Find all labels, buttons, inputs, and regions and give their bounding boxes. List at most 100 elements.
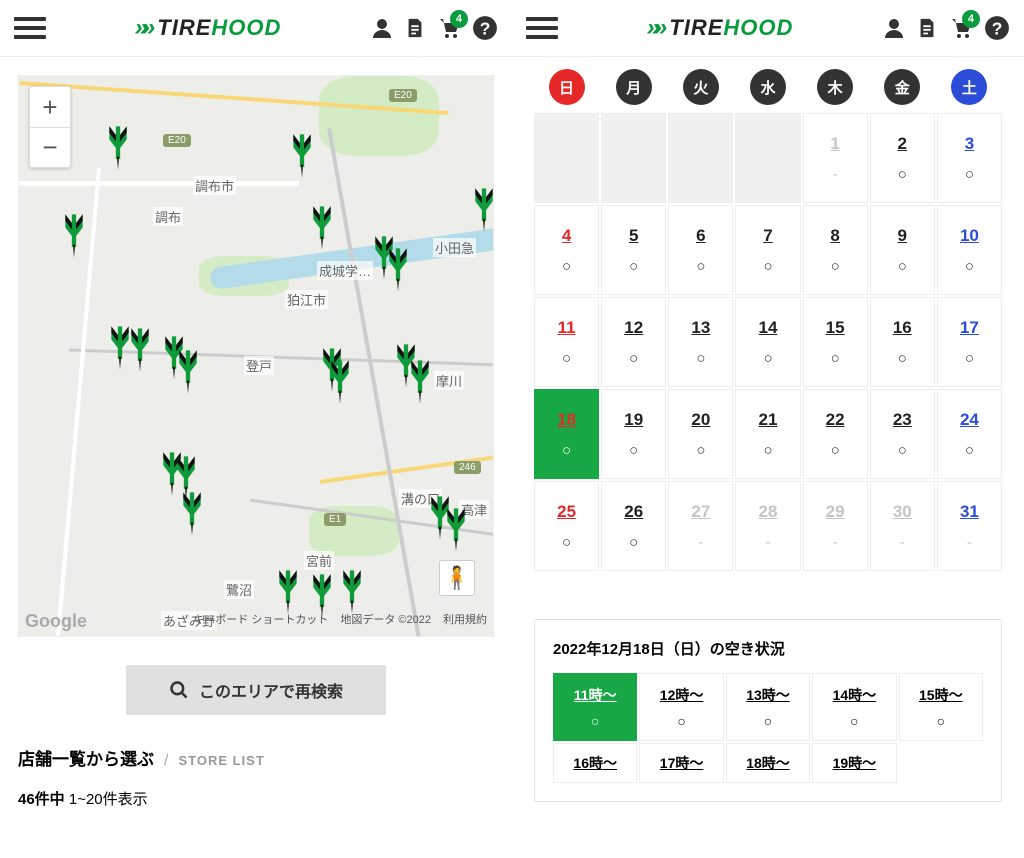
day-number: 24 (960, 410, 979, 430)
document-icon[interactable] (404, 16, 426, 40)
map-label: 狛江市 (285, 290, 328, 309)
store-pin[interactable] (289, 134, 315, 178)
calendar-day[interactable]: 3○ (937, 113, 1002, 203)
calendar-day[interactable]: 24○ (937, 389, 1002, 479)
zoom-in-button[interactable]: + (30, 87, 70, 127)
availability-icon: ○ (850, 713, 858, 729)
availability-icon: ○ (629, 442, 638, 459)
slot-time: 11時～ (574, 685, 617, 705)
time-slot[interactable]: 19時～ (812, 743, 896, 783)
calendar-day[interactable]: 31- (937, 481, 1002, 571)
calendar-day[interactable]: 7○ (735, 205, 800, 295)
calendar-day[interactable]: 29- (803, 481, 868, 571)
calendar-day[interactable]: 25○ (534, 481, 599, 571)
map-terms-link[interactable]: 利用規約 (443, 611, 487, 632)
time-slot[interactable]: 18時～ (726, 743, 810, 783)
calendar-day[interactable]: 14○ (735, 297, 800, 387)
zoom-out-button[interactable]: − (30, 127, 70, 167)
availability-icon: ○ (898, 166, 907, 183)
availability-icon: ○ (898, 350, 907, 367)
menu-button[interactable] (14, 12, 46, 44)
account-icon[interactable] (370, 16, 394, 40)
google-logo: Google (25, 611, 87, 632)
calendar-day[interactable]: 11○ (534, 297, 599, 387)
day-number: 18 (557, 410, 576, 430)
calendar-day[interactable]: 17○ (937, 297, 1002, 387)
map-label: 成城学… (317, 261, 373, 280)
calendar-day[interactable]: 22○ (803, 389, 868, 479)
cart-icon[interactable]: 4 (436, 16, 462, 40)
time-slot[interactable]: 14時～○ (812, 673, 896, 741)
calendar-day[interactable]: 1- (803, 113, 868, 203)
availability-icon: ○ (898, 258, 907, 275)
time-slot[interactable]: 12時～○ (639, 673, 723, 741)
map-label: 鷺沼 (224, 580, 254, 599)
store-pin[interactable] (385, 248, 411, 292)
menu-button[interactable] (526, 12, 558, 44)
store-pin[interactable] (127, 328, 153, 372)
account-icon[interactable] (882, 16, 906, 40)
calendar-day[interactable]: 18○ (534, 389, 599, 479)
store-pin[interactable] (61, 214, 87, 258)
help-icon[interactable] (472, 15, 498, 41)
brand-logo[interactable]: »» TIREHOOD (647, 14, 794, 42)
calendar-day[interactable]: 30- (870, 481, 935, 571)
store-pin[interactable] (179, 492, 205, 536)
calendar-day[interactable]: 12○ (601, 297, 666, 387)
time-slot[interactable]: 15時～○ (899, 673, 983, 741)
calendar-day[interactable]: 26○ (601, 481, 666, 571)
help-icon[interactable] (984, 15, 1010, 41)
day-number: 27 (691, 502, 710, 522)
calendar-day[interactable]: 15○ (803, 297, 868, 387)
document-icon[interactable] (916, 16, 938, 40)
logo-chevrons-icon: »» (647, 14, 662, 42)
availability-icon: ○ (763, 442, 772, 459)
store-pin[interactable] (339, 570, 365, 614)
calendar-day[interactable]: 6○ (668, 205, 733, 295)
calendar-day[interactable]: 10○ (937, 205, 1002, 295)
store-pin[interactable] (471, 188, 494, 232)
time-slot[interactable]: 16時～ (553, 743, 637, 783)
store-pin[interactable] (443, 508, 469, 552)
map-kb-shortcut[interactable]: キーボード ショートカット (193, 611, 328, 632)
map-attribution: Google キーボード ショートカット 地図データ ©2022 利用規約 (19, 611, 493, 632)
calendar-day[interactable]: 19○ (601, 389, 666, 479)
map-label: 摩川 (434, 371, 464, 390)
store-pin[interactable] (327, 360, 353, 404)
time-slot[interactable]: 11時～○ (553, 673, 637, 741)
calendar-day[interactable]: 5○ (601, 205, 666, 295)
availability-icon: ○ (965, 258, 974, 275)
calendar-day[interactable]: 16○ (870, 297, 935, 387)
availability-icon: ○ (696, 350, 705, 367)
calendar-day[interactable]: 2○ (870, 113, 935, 203)
calendar-day[interactable]: 8○ (803, 205, 868, 295)
brand-logo[interactable]: »» TIREHOOD (135, 14, 282, 42)
calendar-day[interactable]: 28- (735, 481, 800, 571)
weekday-label: 火 (683, 69, 719, 105)
logo-chevrons-icon: »» (135, 14, 150, 42)
time-slot[interactable]: 13時～○ (726, 673, 810, 741)
cart-icon[interactable]: 4 (948, 16, 974, 40)
store-pin[interactable] (105, 126, 131, 170)
calendar-day[interactable]: 27- (668, 481, 733, 571)
store-pin[interactable] (309, 206, 335, 250)
calendar-day[interactable]: 20○ (668, 389, 733, 479)
store-pin[interactable] (175, 350, 201, 394)
calendar-day[interactable]: 9○ (870, 205, 935, 295)
weekday-label: 月 (616, 69, 652, 105)
store-pin[interactable] (275, 570, 301, 614)
availability-icon: ○ (677, 713, 685, 729)
day-number: 31 (960, 502, 979, 522)
time-slot[interactable]: 17時～ (639, 743, 723, 783)
time-slot-panel: 2022年12月18日（日）の空き状況 11時～○12時～○13時～○14時～○… (534, 619, 1002, 802)
street-view-pegman[interactable]: 🧍 (439, 560, 475, 596)
availability-icon: ○ (965, 350, 974, 367)
calendar-day[interactable]: 23○ (870, 389, 935, 479)
availability-icon: ○ (763, 350, 772, 367)
calendar-day[interactable]: 4○ (534, 205, 599, 295)
research-area-button[interactable]: このエリアで再検索 (126, 665, 386, 715)
store-pin[interactable] (407, 360, 433, 404)
calendar-day[interactable]: 21○ (735, 389, 800, 479)
store-map[interactable]: 調布市 調布 成城学… 狛江市 登戸 溝の口 高津 宮前 鷺沼 あざみ野 小田急… (18, 75, 494, 637)
calendar-day[interactable]: 13○ (668, 297, 733, 387)
